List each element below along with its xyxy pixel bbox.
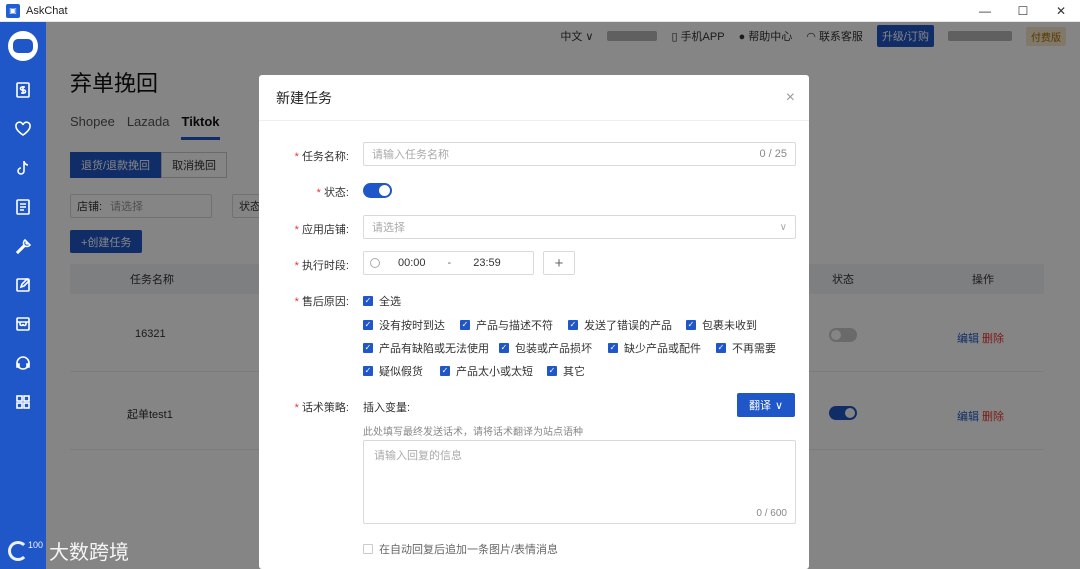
task-name-counter: 0 / 25	[759, 148, 787, 160]
window-titlebar: ▣ AskChat — ☐ ✕	[0, 0, 1080, 22]
store-label: * 应用店铺:	[294, 224, 349, 236]
apps-grid-icon[interactable]	[13, 392, 33, 412]
status-label: * 状态:	[316, 187, 349, 199]
strategy-hint: 此处填写最终发送话术，请将话术翻译为站点语种	[363, 427, 583, 438]
translate-button[interactable]: 翻译 ∨	[737, 393, 795, 417]
reply-counter: 0 / 600	[756, 508, 787, 519]
time-label: * 执行时段:	[294, 260, 349, 272]
wrench-icon[interactable]	[13, 236, 33, 256]
task-name-label: * 任务名称:	[294, 151, 349, 163]
reason-label: * 售后原因:	[294, 296, 349, 308]
reply-textarea[interactable]: 请输入回复的信息 0 / 600	[363, 440, 796, 524]
reason-all-checkbox[interactable]: ✓ 全选	[363, 293, 401, 309]
sidebar	[0, 22, 46, 569]
watermark-logo-icon	[8, 540, 28, 561]
edit-icon[interactable]	[13, 275, 33, 295]
reason-checkbox[interactable]: ✓ 其它	[547, 363, 585, 379]
maximize-button[interactable]: ☐	[1004, 0, 1042, 22]
reason-checkbox[interactable]: ✓ 不再需要	[716, 340, 776, 356]
minimize-button[interactable]: —	[966, 0, 1004, 22]
task-name-input[interactable]: 请输入任务名称 0 / 25	[363, 142, 796, 166]
reason-checkbox[interactable]: ✓ 没有按时到达	[363, 317, 445, 333]
store-icon[interactable]	[13, 314, 33, 334]
watermark: 100 大数跨境	[8, 536, 129, 565]
time-end: 23:59	[473, 257, 501, 269]
strategy-label: * 话术策略:	[294, 402, 349, 414]
chevron-down-icon: ∨	[779, 221, 787, 233]
tiktok-icon[interactable]	[13, 158, 33, 178]
reason-checkbox[interactable]: ✓ 产品有缺陷或无法使用	[363, 340, 489, 356]
modal-header: 新建任务 ×	[259, 75, 809, 121]
support-icon[interactable]	[13, 353, 33, 373]
close-icon[interactable]: ×	[786, 89, 795, 107]
app-logo-icon: ▣	[6, 3, 20, 18]
close-window-button[interactable]: ✕	[1042, 0, 1080, 22]
modal-title: 新建任务	[276, 89, 332, 106]
reason-checkbox[interactable]: ✓ 产品太小或太短	[440, 363, 533, 379]
reason-checkbox[interactable]: ✓ 缺少产品或配件	[608, 340, 701, 356]
sidebar-avatar[interactable]	[8, 31, 38, 61]
insert-variable-label: 插入变量:	[363, 402, 411, 414]
document-icon[interactable]	[13, 197, 33, 217]
reason-checkbox[interactable]: ✓ 包裹未收到	[686, 317, 757, 333]
heart-icon[interactable]	[13, 119, 33, 139]
status-toggle[interactable]	[363, 183, 392, 198]
reason-checkbox[interactable]: ✓ 疑似假货	[363, 363, 423, 379]
clock-icon	[370, 258, 380, 268]
reason-checkbox[interactable]: ✓ 发送了错误的产品	[568, 317, 672, 333]
time-range-picker[interactable]: 00:00-23:59	[363, 251, 534, 275]
add-time-button[interactable]: +	[543, 251, 575, 275]
chevron-down-icon: ∨	[774, 399, 784, 412]
store-select[interactable]: 请选择 ∨	[363, 215, 796, 239]
reason-checkbox[interactable]: ✓ 包装或产品损坏	[499, 340, 592, 356]
new-task-modal: 新建任务 × * 任务名称: 请输入任务名称 0 / 25 * 状态: * 应用店铺: …	[259, 75, 809, 569]
reason-checkbox[interactable]: ✓ 产品与描述不符	[460, 317, 553, 333]
dollar-icon[interactable]	[13, 80, 33, 100]
append-image-checkbox[interactable]: 在自动回复后追加一条图片/表情消息	[363, 541, 558, 557]
time-start: 00:00	[398, 257, 426, 269]
window-title: AskChat	[26, 4, 68, 17]
